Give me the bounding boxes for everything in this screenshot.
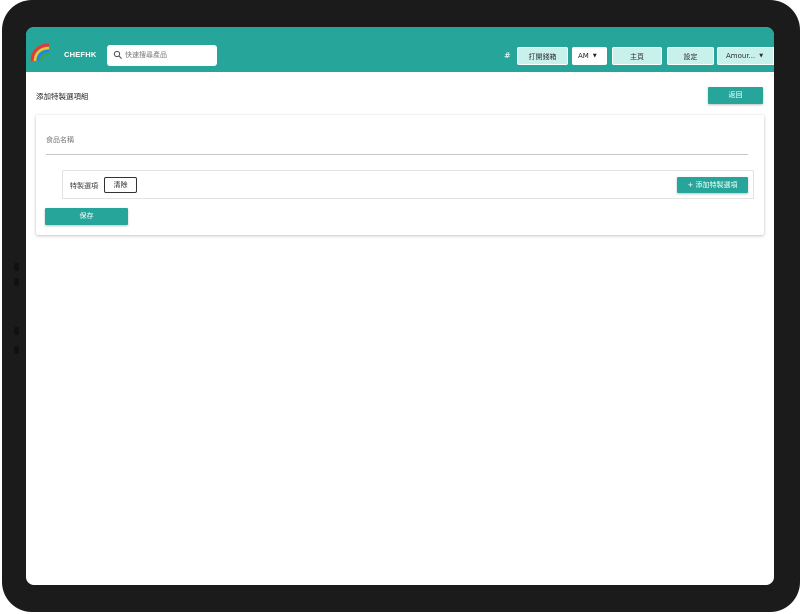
settings-button[interactable]: 設定 <box>667 47 714 65</box>
user-name: Amour... <box>726 52 756 60</box>
device-side-button <box>14 327 19 335</box>
back-button[interactable]: 返回 <box>708 87 763 104</box>
home-button[interactable]: 主頁 <box>612 47 662 65</box>
shift-select-value: AM <box>578 52 589 60</box>
option-group-form-card: 特製選項 清除 + 添加特製選項 保存 <box>36 115 764 235</box>
hash-icon[interactable]: # <box>504 51 511 60</box>
clear-button[interactable]: 清除 <box>104 177 137 193</box>
page-title: 添加特製選項組 <box>36 92 89 101</box>
search-input[interactable] <box>125 48 213 62</box>
custom-option-label: 特製選項 <box>70 182 98 190</box>
chefhk-logo-icon <box>30 43 50 62</box>
custom-option-row: 特製選項 清除 + 添加特製選項 <box>62 170 754 199</box>
chevron-down-icon: ▼ <box>592 53 597 59</box>
food-name-input[interactable] <box>46 133 736 147</box>
device-side-button <box>14 346 19 354</box>
search-icon <box>113 50 122 59</box>
open-cash-drawer-button[interactable]: 打開錢箱 <box>517 47 568 65</box>
top-navigation-bar: CHEFHK # 打開錢箱 AM▼ 主頁 設定 Amour...▼ <box>26 27 774 72</box>
brand-name: CHEFHK <box>64 50 97 59</box>
quick-search-box[interactable] <box>107 45 217 66</box>
food-name-field[interactable] <box>46 126 748 155</box>
save-button[interactable]: 保存 <box>45 208 128 225</box>
app-screen: CHEFHK # 打開錢箱 AM▼ 主頁 設定 Amour...▼ 添加特製選項… <box>26 27 774 585</box>
add-custom-option-button[interactable]: + 添加特製選項 <box>677 177 748 193</box>
user-menu-button[interactable]: Amour... ▼ <box>717 47 774 65</box>
device-side-button <box>14 278 19 286</box>
chevron-down-icon: ▼ <box>759 53 764 59</box>
shift-select[interactable]: AM ▼ <box>572 47 607 65</box>
device-side-button <box>14 263 19 271</box>
